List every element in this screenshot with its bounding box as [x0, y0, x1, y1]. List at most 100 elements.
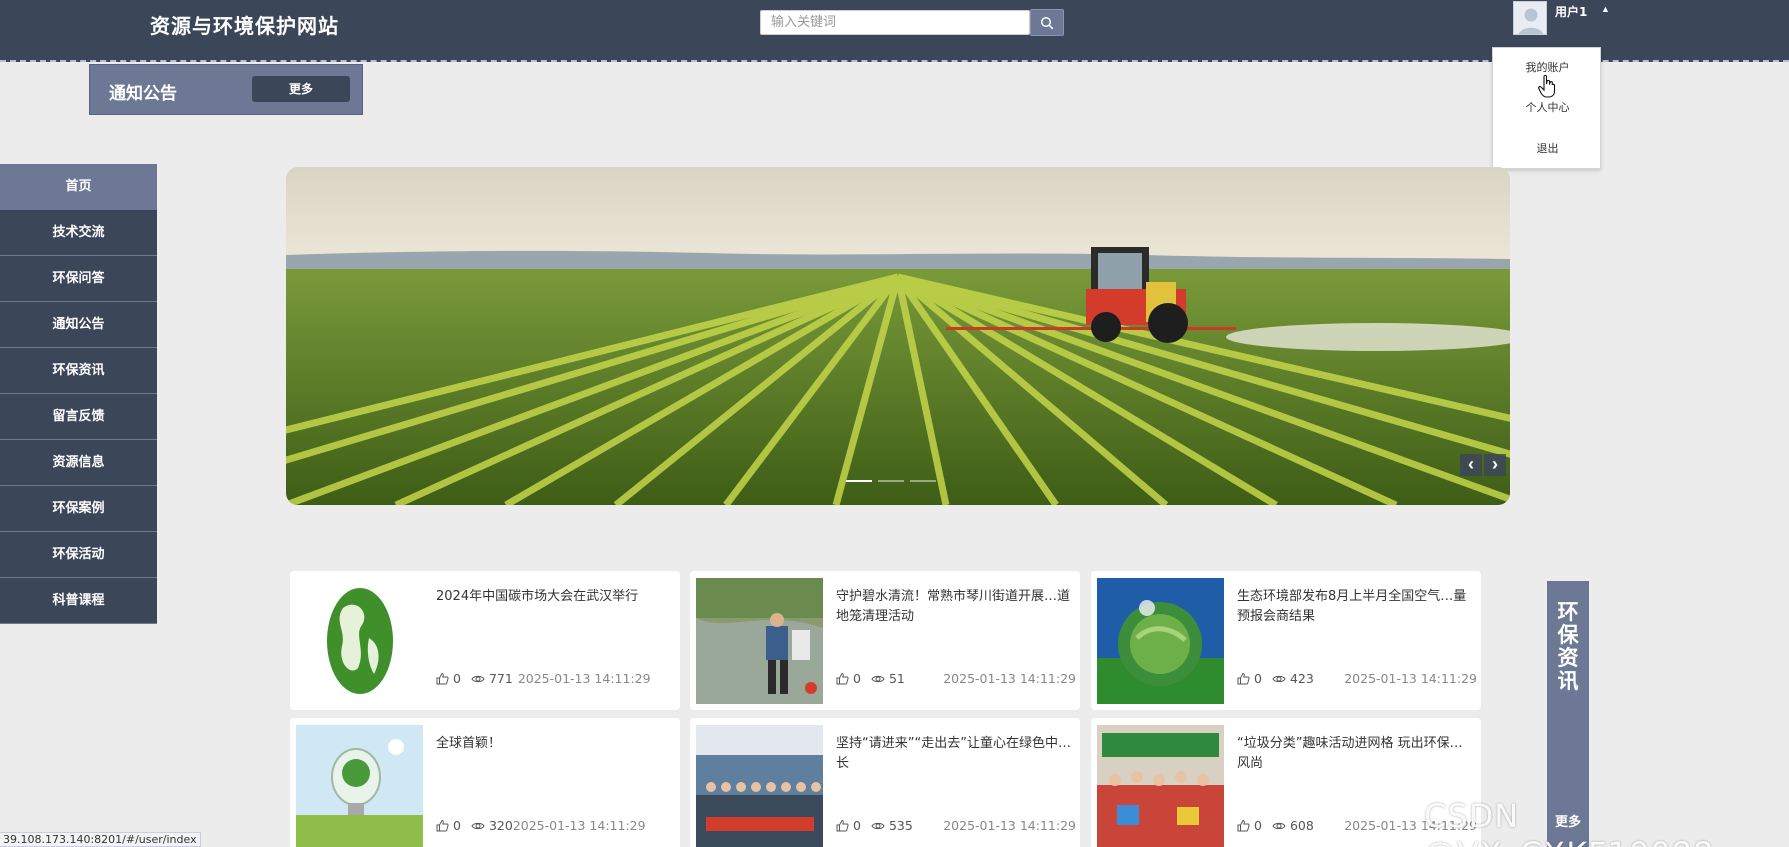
side-tab-char: 保 — [1557, 623, 1579, 647]
news-card[interactable]: 生态环境部发布8月上半月全国空气…量预报会商结果 0 423 2025-01-1… — [1091, 571, 1481, 710]
carousel-dot[interactable] — [878, 480, 904, 482]
hand-cursor-icon — [1538, 74, 1556, 98]
caret-up-icon[interactable]: ▲ — [1601, 4, 1610, 14]
side-tab-char: 资 — [1557, 646, 1579, 670]
news-thumbnail[interactable] — [296, 578, 423, 704]
view-count: 423 — [1272, 671, 1314, 686]
search-icon — [1040, 16, 1054, 29]
news-date: 2025-01-13 14:11:29 — [517, 671, 651, 686]
thumbs-up-icon — [436, 819, 449, 832]
sidebar-item-eco-cases[interactable]: 环保案例 — [0, 486, 157, 532]
news-thumbnail[interactable] — [696, 578, 823, 704]
sidebar-item-eco-qa[interactable]: 环保问答 — [0, 256, 157, 302]
carousel-prev-button[interactable]: ‹ — [1460, 454, 1482, 476]
news-card[interactable]: 坚持“请进来”“走出去”让童心在绿色中…长 0 535 2025-01-13 1… — [690, 718, 1080, 847]
news-meta: 0 535 2025-01-13 14:11:29 — [836, 818, 1076, 833]
news-title[interactable]: 坚持“请进来”“走出去”让童心在绿色中…长 — [836, 734, 1071, 774]
site-title[interactable]: 资源与环境保护网站 — [150, 10, 339, 39]
status-bar-url: 39.108.173.140:8201/#/user/index — [0, 832, 201, 847]
like-count[interactable]: 0 — [836, 818, 861, 833]
view-count: 535 — [871, 818, 913, 833]
news-title[interactable]: 守护碧水清流！常熟市琴川街道开展…道地笼清理活动 — [836, 587, 1071, 627]
menu-item-logout[interactable]: 退出 — [1493, 140, 1602, 156]
notice-more-button[interactable]: 更多 — [252, 76, 350, 102]
like-count[interactable]: 0 — [436, 671, 461, 686]
news-date: 2025-01-13 14:11:29 — [512, 818, 646, 833]
eye-icon — [871, 822, 885, 829]
hero-carousel[interactable]: ‹ › — [286, 167, 1510, 505]
view-count-value: 51 — [888, 671, 905, 686]
view-count: 608 — [1272, 818, 1314, 833]
news-thumbnail[interactable] — [1097, 725, 1224, 847]
like-count-value: 0 — [453, 671, 461, 686]
sidebar-item-feedback[interactable]: 留言反馈 — [0, 394, 157, 440]
news-meta: 0 320 2025-01-13 14:11:29 — [436, 818, 676, 833]
watermark: CSDN @VX_CXKF10088 — [1424, 797, 1713, 847]
news-meta: 0 51 2025-01-13 14:11:29 — [836, 671, 1076, 686]
thumbs-up-icon — [836, 672, 849, 685]
like-count[interactable]: 0 — [1237, 818, 1262, 833]
carousel-dot[interactable] — [910, 480, 936, 482]
news-card[interactable]: 2024年中国碳市场大会在武汉举行 0 771 2025-01-13 14:11… — [290, 571, 680, 710]
news-card[interactable]: “垃圾分类”趣味活动进网格 玩出环保…风尚 0 608 2025-01-13 1… — [1091, 718, 1481, 847]
news-title[interactable]: 生态环境部发布8月上半月全国空气…量预报会商结果 — [1237, 587, 1472, 627]
user-dropdown-menu: 我的账户 个人中心 退出 — [1492, 47, 1601, 169]
like-count-value: 0 — [853, 671, 861, 686]
like-count-value: 0 — [453, 818, 461, 833]
view-count-value: 535 — [888, 818, 913, 833]
sidebar-item-eco-news[interactable]: 环保资讯 — [0, 348, 157, 394]
banner-image — [286, 167, 1510, 505]
view-count: 771 — [471, 671, 513, 686]
sidebar-item-tech-exchange[interactable]: 技术交流 — [0, 210, 157, 256]
eye-icon — [471, 822, 485, 829]
news-thumbnail[interactable] — [696, 725, 823, 847]
user-name[interactable]: 用户1 — [1555, 3, 1587, 20]
sidebar-nav: 首页 技术交流 环保问答 通知公告 环保资讯 留言反馈 资源信息 环保案例 环保… — [0, 164, 157, 624]
avatar[interactable] — [1513, 1, 1547, 35]
view-count: 51 — [871, 671, 905, 686]
news-thumbnail[interactable] — [1097, 578, 1224, 704]
like-count[interactable]: 0 — [436, 818, 461, 833]
notice-panel: 通知公告 更多 — [89, 64, 363, 115]
thumbs-up-icon — [1237, 819, 1250, 832]
like-count-value: 0 — [853, 818, 861, 833]
carousel-next-button[interactable]: › — [1484, 454, 1506, 476]
side-tab-char: 环 — [1557, 600, 1579, 624]
like-count-value: 0 — [1254, 818, 1262, 833]
sidebar-item-science-courses[interactable]: 科普课程 — [0, 578, 157, 624]
search-input[interactable] — [760, 10, 1030, 35]
news-card[interactable]: 全球首颖！ 0 320 2025-01-13 14:11:29 — [290, 718, 680, 847]
menu-item-personal-center[interactable]: 个人中心 — [1493, 99, 1602, 115]
menu-item-my-account[interactable]: 我的账户 — [1493, 59, 1602, 75]
news-meta: 0 423 2025-01-13 14:11:29 — [1237, 671, 1477, 686]
carousel-dot[interactable] — [846, 480, 872, 482]
news-title[interactable]: “垃圾分类”趣味活动进网格 玩出环保…风尚 — [1237, 734, 1472, 774]
news-card[interactable]: 守护碧水清流！常熟市琴川街道开展…道地笼清理活动 0 51 2025-01-13… — [690, 571, 1080, 710]
side-tab-char: 讯 — [1557, 669, 1579, 693]
news-thumbnail[interactable] — [296, 725, 423, 847]
eye-icon — [1272, 822, 1286, 829]
notice-title: 通知公告 — [109, 84, 177, 104]
news-title[interactable]: 2024年中国碳市场大会在武汉举行 — [436, 587, 671, 607]
carousel-indicators — [846, 480, 936, 482]
news-date: 2025-01-13 14:11:29 — [943, 671, 1076, 686]
sidebar-item-home[interactable]: 首页 — [0, 164, 157, 210]
view-count-value: 423 — [1289, 671, 1314, 686]
view-count-value: 320 — [488, 818, 513, 833]
like-count[interactable]: 0 — [836, 671, 861, 686]
eye-icon — [871, 675, 885, 682]
news-meta: 0 771 2025-01-13 14:11:29 — [436, 671, 676, 686]
thumbs-up-icon — [836, 819, 849, 832]
sidebar-item-notices[interactable]: 通知公告 — [0, 302, 157, 348]
news-date: 2025-01-13 14:11:29 — [943, 818, 1076, 833]
eye-icon — [1272, 675, 1286, 682]
sidebar-item-eco-activities[interactable]: 环保活动 — [0, 532, 157, 578]
search-button[interactable] — [1030, 9, 1064, 36]
view-count-value: 608 — [1289, 818, 1314, 833]
sidebar-item-resources[interactable]: 资源信息 — [0, 440, 157, 486]
side-tab-title: 环保资讯 — [1547, 601, 1589, 693]
view-count: 320 — [471, 818, 513, 833]
like-count[interactable]: 0 — [1237, 671, 1262, 686]
news-title[interactable]: 全球首颖！ — [436, 734, 671, 754]
eye-icon — [471, 675, 485, 682]
